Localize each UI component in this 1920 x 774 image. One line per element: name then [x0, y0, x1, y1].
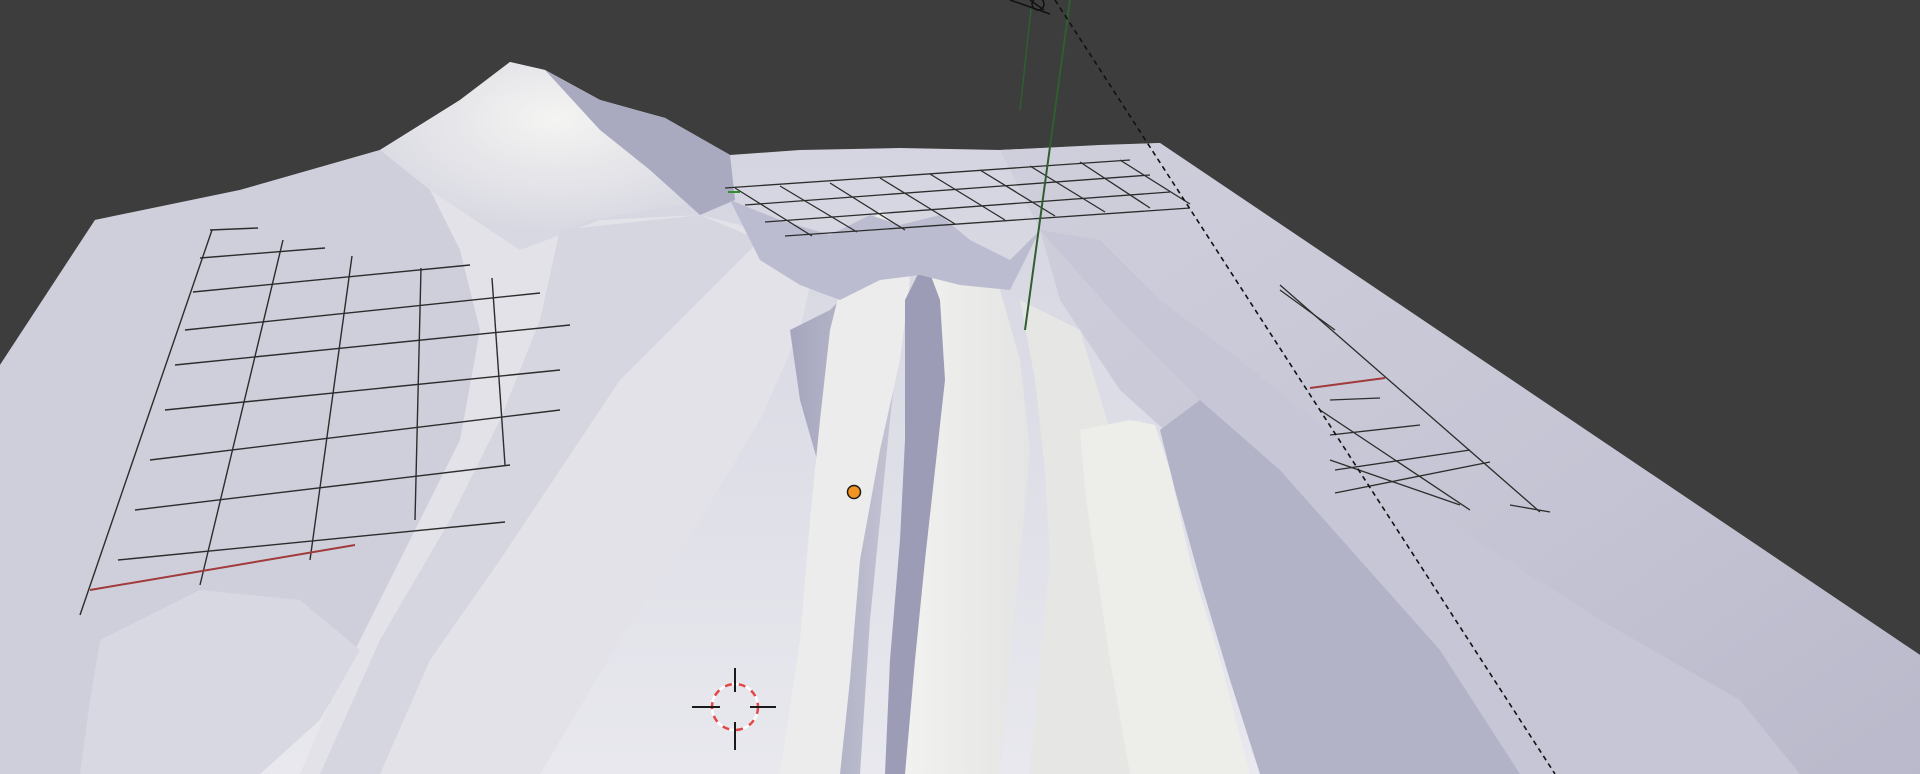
3d-viewport[interactable]: [0, 0, 1920, 774]
object-origin-icon[interactable]: [846, 484, 862, 500]
viewport-canvas[interactable]: [0, 0, 1920, 774]
